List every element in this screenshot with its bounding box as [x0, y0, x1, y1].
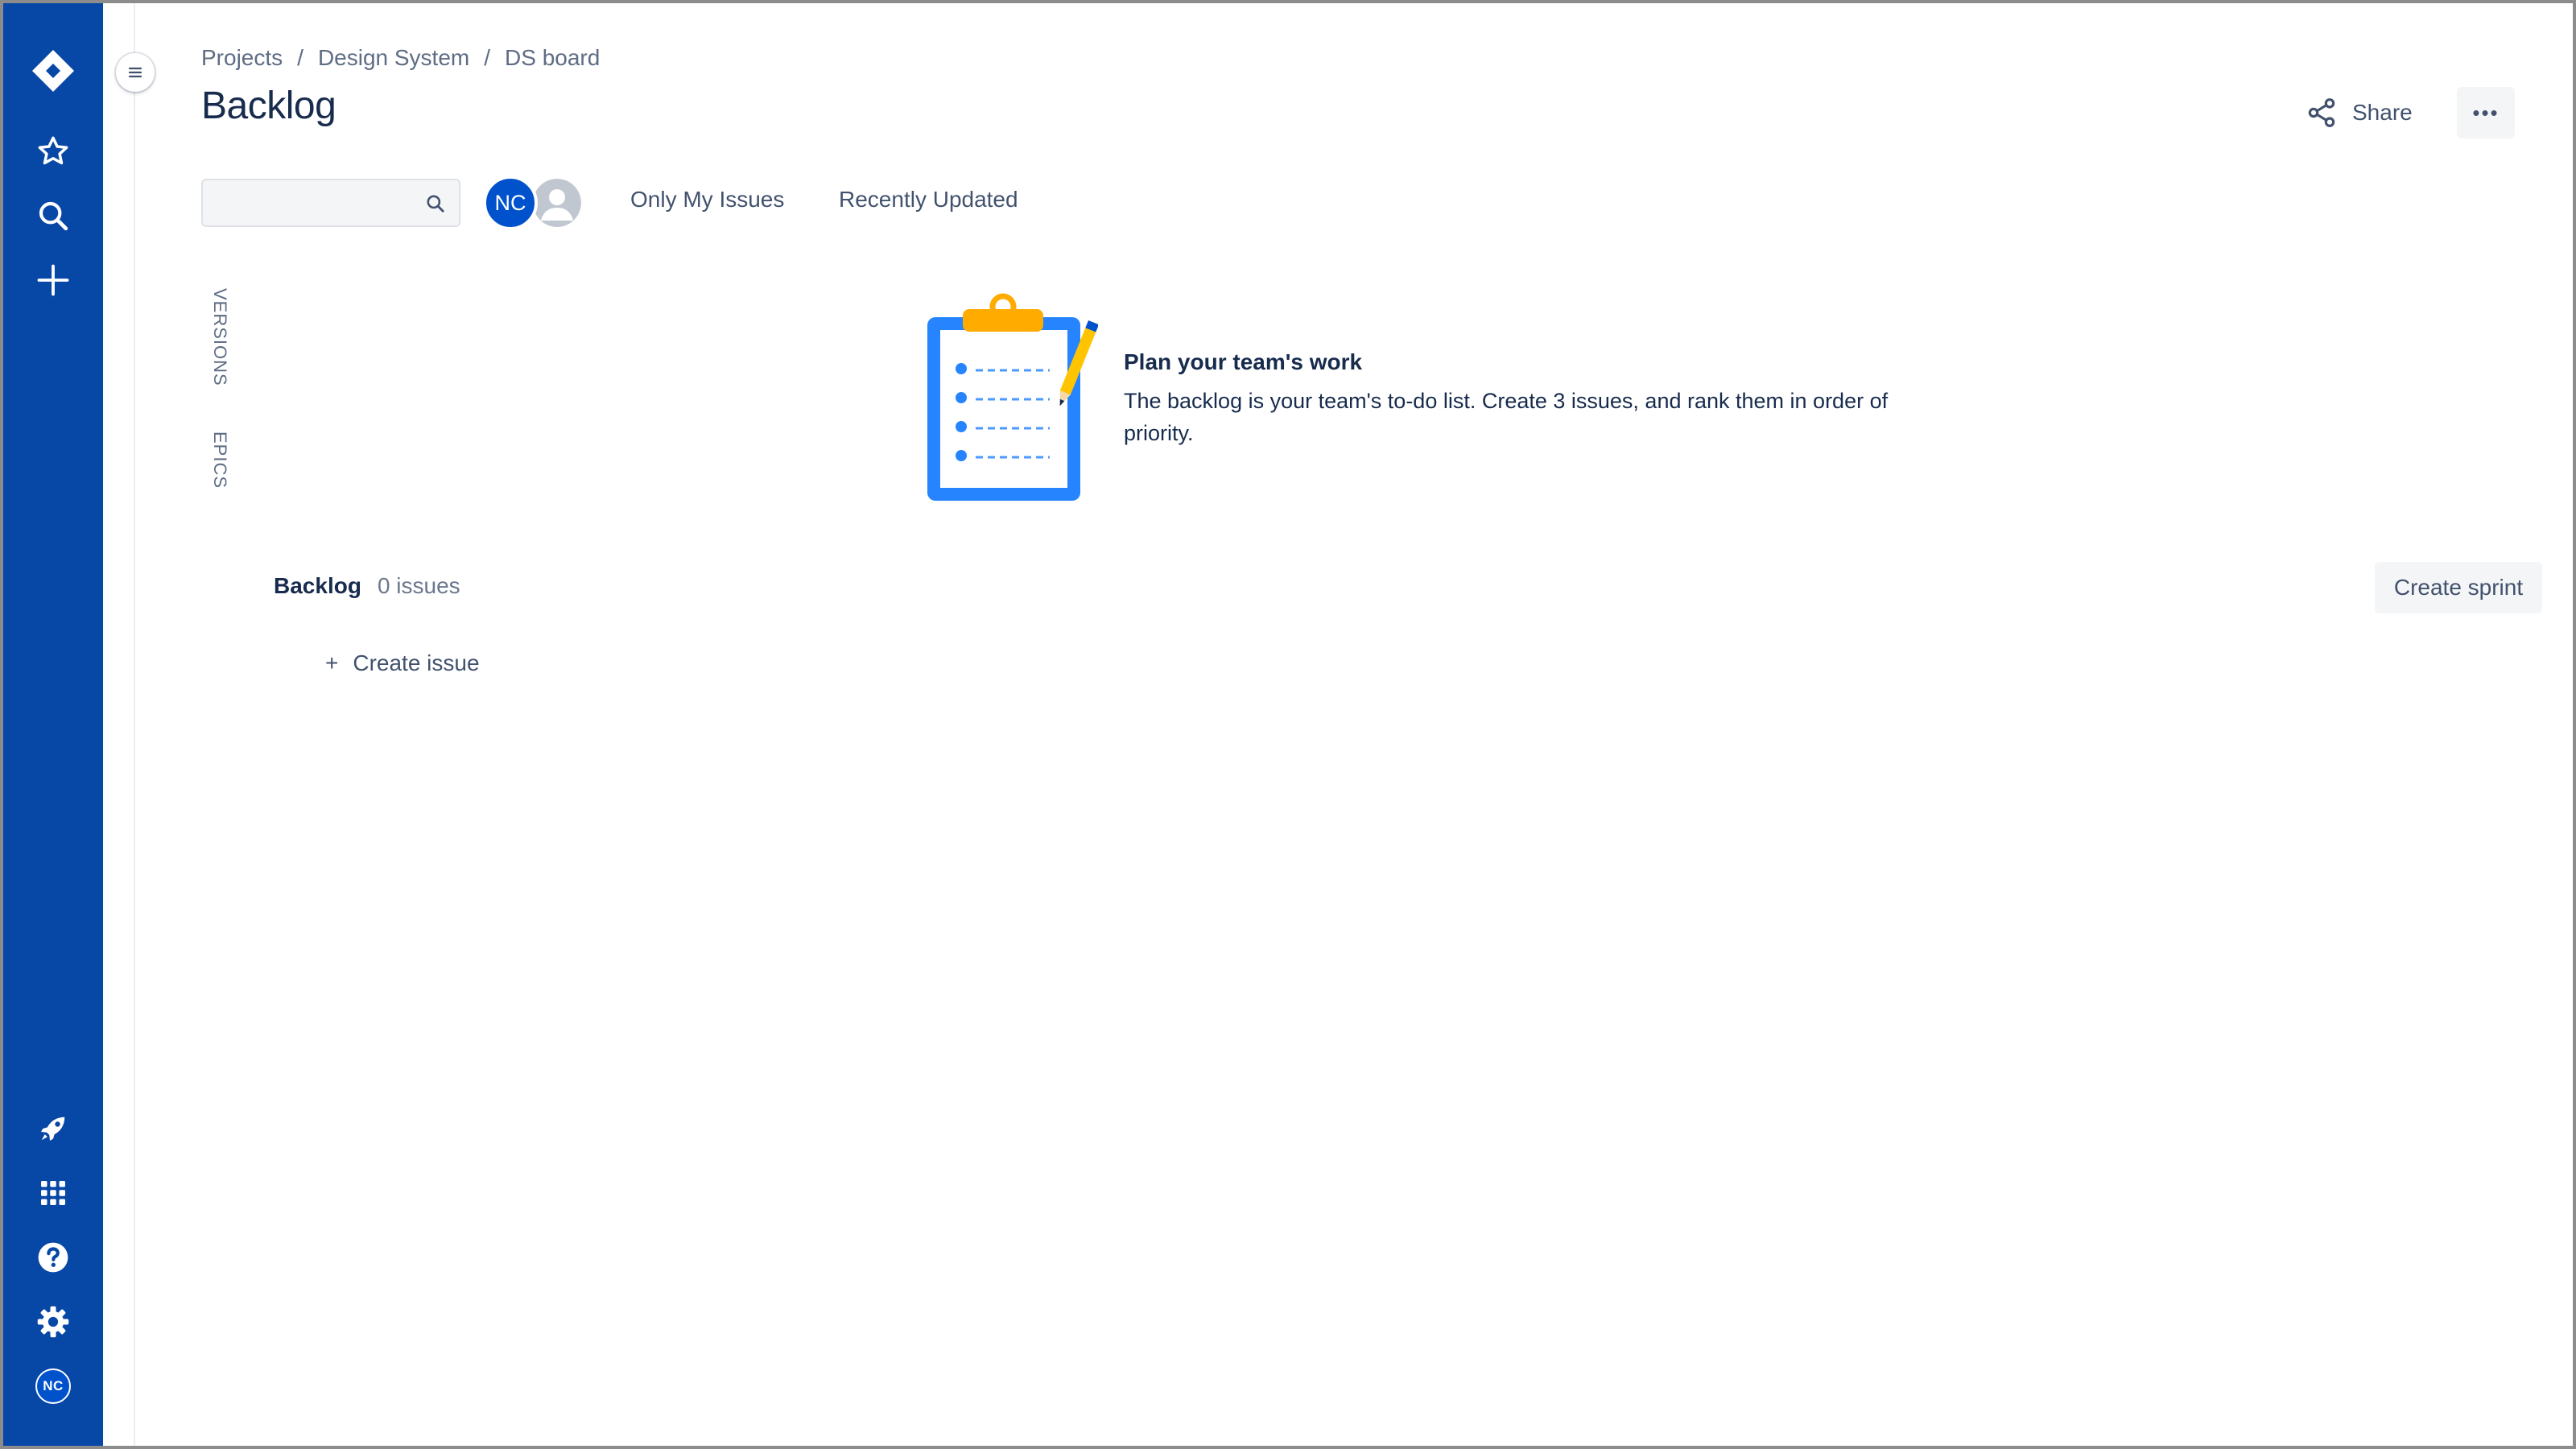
backlog-title: Backlog: [274, 573, 361, 598]
page-title: Backlog: [201, 85, 336, 127]
create-sprint-button[interactable]: Create sprint: [2375, 562, 2542, 613]
empty-state-heading: Plan your team's work: [1124, 349, 1363, 374]
avatar: NC: [35, 1368, 71, 1404]
quick-filter-recently-updated[interactable]: Recently Updated: [839, 187, 1018, 213]
app-switcher-icon[interactable]: [27, 1167, 79, 1219]
backlog-header: Backlog 0 issues: [274, 573, 460, 599]
avatar-filter-nc[interactable]: NC: [483, 175, 538, 230]
avatar-filter-unassigned[interactable]: [530, 175, 584, 230]
menu-icon: [128, 67, 142, 78]
breadcrumb-ds-board[interactable]: DS board: [505, 45, 600, 70]
quick-filter-only-my-issues[interactable]: Only My Issues: [630, 187, 784, 213]
share-label: Share: [2352, 100, 2413, 125]
tab-epics[interactable]: EPICS: [209, 431, 230, 489]
profile-avatar-button[interactable]: NC: [27, 1360, 79, 1412]
search-icon[interactable]: [27, 190, 79, 242]
collapsed-sidebar: [103, 3, 135, 1446]
create-icon[interactable]: [27, 254, 79, 306]
default-avatar-icon: [533, 179, 581, 227]
breadcrumb: Projects / Design System / DS board: [201, 45, 600, 71]
search-input[interactable]: [203, 180, 459, 225]
plus-icon: +: [325, 650, 339, 675]
breadcrumb-projects[interactable]: Projects: [201, 45, 283, 70]
share-icon: [2308, 98, 2335, 127]
more-icon: •••: [2472, 100, 2500, 125]
share-button[interactable]: Share: [2306, 87, 2426, 138]
expand-sidebar-button[interactable]: [116, 53, 155, 92]
jira-logo-icon[interactable]: [27, 45, 79, 97]
starred-icon[interactable]: [27, 126, 79, 177]
issue-count: 0 issues: [377, 573, 460, 598]
rocket-icon[interactable]: [27, 1103, 79, 1154]
search-icon: [427, 195, 444, 213]
create-issue-button[interactable]: + Create issue: [325, 650, 480, 676]
breadcrumb-separator: /: [484, 45, 491, 70]
breadcrumb-design-system[interactable]: Design System: [318, 45, 469, 70]
clipboard-illustration-icon: [927, 293, 1098, 501]
global-navigation: NC: [3, 3, 103, 1446]
tab-versions[interactable]: VERSIONS: [209, 288, 230, 386]
more-actions-button[interactable]: •••: [2457, 87, 2515, 138]
search-field[interactable]: [201, 179, 460, 227]
empty-state-description: The backlog is your team's to-do list. C…: [1124, 389, 1889, 445]
app-window: NC Projects / Design System / DS board Backl…: [0, 0, 2576, 1449]
breadcrumb-separator: /: [297, 45, 303, 70]
settings-icon[interactable]: [27, 1296, 79, 1348]
create-issue-label: Create issue: [353, 650, 480, 675]
help-icon[interactable]: [27, 1232, 79, 1283]
